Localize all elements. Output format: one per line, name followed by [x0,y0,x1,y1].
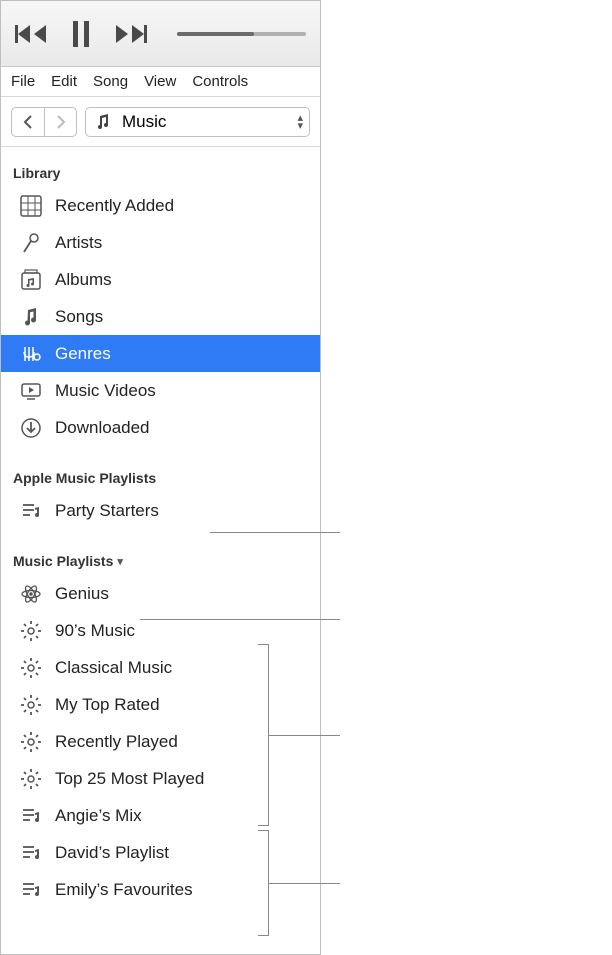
nav-row: Music ▴▾ [1,97,320,147]
sidebar-item-downloaded[interactable]: Downloaded [1,409,320,446]
sidebar-item-label: Top 25 Most Played [55,769,308,789]
sidebar-item-label: Angie’s Mix [55,806,308,826]
sidebar-item-genius[interactable]: Genius [1,575,320,612]
media-picker-label: Music [122,112,166,132]
menu-song[interactable]: Song [93,73,128,90]
album-icon [19,268,43,292]
app-window: File Edit Song View Controls Music ▴▾ Li… [0,0,321,955]
section-header-library: Library [1,159,320,187]
sidebar-item-party-starters[interactable]: Party Starters [1,492,320,529]
next-button[interactable] [113,23,147,45]
sidebar-item-label: Songs [55,307,308,327]
gear-icon [19,730,43,754]
sidebar-item-label: Classical Music [55,658,308,678]
sidebar-item-90s-music[interactable]: 90’s Music [1,612,320,649]
menu-file[interactable]: File [11,73,35,90]
sidebar-item-angies-mix[interactable]: Angie’s Mix [1,797,320,834]
menu-controls[interactable]: Controls [192,73,248,90]
playlist-icon [19,841,43,865]
section-header-music-playlists[interactable]: Music Playlists ▾ [1,547,320,575]
sidebar-item-music-videos[interactable]: Music Videos [1,372,320,409]
atom-icon [19,582,43,606]
sidebar-item-songs[interactable]: Songs [1,298,320,335]
previous-button[interactable] [15,23,49,45]
playback-toolbar [1,1,320,67]
playlist-icon [19,878,43,902]
menu-bar: File Edit Song View Controls [1,67,320,97]
media-type-picker[interactable]: Music ▴▾ [85,107,310,137]
note-icon [19,305,43,329]
download-icon [19,416,43,440]
gear-icon [19,619,43,643]
sidebar-item-recently-added[interactable]: Recently Added [1,187,320,224]
playlist-icon [19,804,43,828]
section-header-apple-music: Apple Music Playlists [1,464,320,492]
nav-back-forward [11,107,77,137]
music-note-icon [94,113,112,131]
sidebar-item-label: Recently Added [55,196,308,216]
sidebar-item-my-top-rated[interactable]: My Top Rated [1,686,320,723]
sidebar-item-emilys-favourites[interactable]: Emily’s Favourites [1,871,320,908]
sidebar-item-label: Genres [55,344,308,364]
grid-icon [19,194,43,218]
sidebar-item-label: Music Videos [55,381,308,401]
tv-icon [19,379,43,403]
stepper-icon: ▴▾ [297,114,303,130]
sidebar-item-label: David’s Playlist [55,843,308,863]
sidebar-item-albums[interactable]: Albums [1,261,320,298]
sidebar-item-label: Party Starters [55,501,308,521]
sidebar-item-label: My Top Rated [55,695,308,715]
sidebar-item-label: Genius [55,584,308,604]
volume-slider[interactable] [177,32,306,36]
sidebar: Library Recently Added Artists Albums Songs… [1,147,320,954]
mic-icon [19,231,43,255]
sidebar-item-label: Downloaded [55,418,308,438]
gear-icon [19,656,43,680]
menu-edit[interactable]: Edit [51,73,77,90]
sidebar-item-recently-played[interactable]: Recently Played [1,723,320,760]
sidebar-item-genres[interactable]: Genres [1,335,320,372]
sidebar-item-label: Albums [55,270,308,290]
sidebar-item-top-25-most-played[interactable]: Top 25 Most Played [1,760,320,797]
forward-button[interactable] [44,108,76,136]
chevron-down-icon: ▾ [117,555,123,568]
section-header-label: Music Playlists [13,553,113,569]
sidebar-item-classical-music[interactable]: Classical Music [1,649,320,686]
back-button[interactable] [12,108,44,136]
sidebar-item-label: Artists [55,233,308,253]
gear-icon [19,767,43,791]
sidebar-item-davids-playlist[interactable]: David’s Playlist [1,834,320,871]
sidebar-item-label: 90’s Music [55,621,308,641]
play-pause-button[interactable] [71,21,91,47]
sidebar-item-artists[interactable]: Artists [1,224,320,261]
gear-icon [19,693,43,717]
playlist-icon [19,499,43,523]
guitar-icon [19,342,43,366]
menu-view[interactable]: View [144,73,176,90]
